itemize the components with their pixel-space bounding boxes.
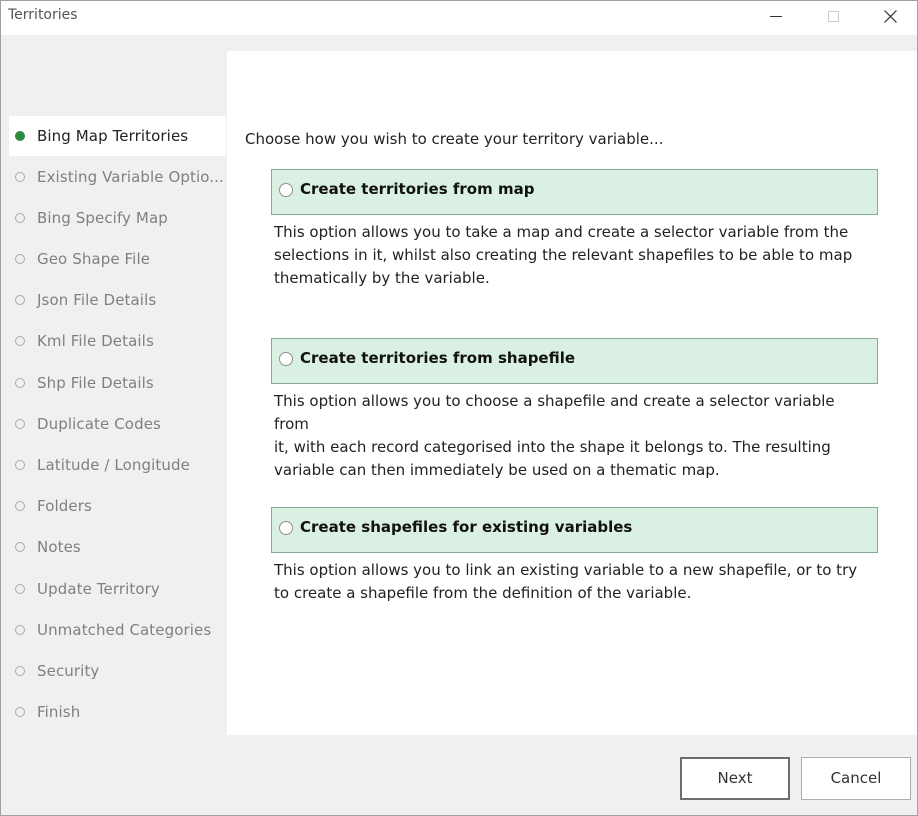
step-bing-specify-map[interactable]: Bing Specify Map xyxy=(9,198,226,238)
step-shp-file-details[interactable]: Shp File Details xyxy=(9,363,226,403)
step-existing-variable-options[interactable]: Existing Variable Optio... xyxy=(9,157,226,197)
step-dot-icon xyxy=(15,460,25,470)
step-label: Duplicate Codes xyxy=(37,415,161,433)
step-label: Json File Details xyxy=(37,291,157,309)
option-label: Create territories from map xyxy=(300,180,535,198)
option-create-shapefiles-for-existing-variables[interactable]: Create shapefiles for existing variables xyxy=(271,507,878,553)
instruction-text: Choose how you wish to create your terri… xyxy=(245,130,664,148)
option-description: This option allows you to link an existi… xyxy=(274,559,874,605)
step-label: Update Territory xyxy=(37,580,160,598)
step-active-dot-icon xyxy=(15,131,25,141)
step-dot-icon xyxy=(15,254,25,264)
close-icon xyxy=(884,10,897,23)
step-geo-shape-file[interactable]: Geo Shape File xyxy=(9,239,226,279)
step-dot-icon xyxy=(15,336,25,346)
step-label: Bing Specify Map xyxy=(37,209,168,227)
description-line: thematically by the variable. xyxy=(274,269,490,287)
option-description: This option allows you to choose a shape… xyxy=(274,390,874,482)
option-create-territories-from-shapefile[interactable]: Create territories from shapefile xyxy=(271,338,878,384)
step-dot-icon xyxy=(15,213,25,223)
step-dot-icon xyxy=(15,378,25,388)
step-dot-icon xyxy=(15,419,25,429)
description-line: This option allows you to choose a shape… xyxy=(274,392,835,433)
minimize-button[interactable] xyxy=(753,1,799,33)
step-notes[interactable]: Notes xyxy=(9,527,226,567)
description-line: This option allows you to take a map and… xyxy=(274,223,849,241)
close-button[interactable] xyxy=(867,1,913,33)
title-bar: Territories xyxy=(1,1,917,35)
step-dot-icon xyxy=(15,666,25,676)
option-label: Create shapefiles for existing variables xyxy=(300,518,633,536)
step-label: Folders xyxy=(37,497,92,515)
option-label: Create territories from shapefile xyxy=(300,349,576,367)
territories-dialog: Territories Bing Map Territories Existin… xyxy=(0,0,918,816)
option-description: This option allows you to take a map and… xyxy=(274,221,874,290)
step-dot-icon xyxy=(15,584,25,594)
step-dot-icon xyxy=(15,295,25,305)
step-dot-icon xyxy=(15,172,25,182)
content-panel: Choose how you wish to create your terri… xyxy=(227,51,917,735)
step-dot-icon xyxy=(15,501,25,511)
step-finish[interactable]: Finish xyxy=(9,692,226,732)
description-line: variable can then immediately be used on… xyxy=(274,461,720,479)
step-security[interactable]: Security xyxy=(9,651,226,691)
step-dot-icon xyxy=(15,707,25,717)
option-create-territories-from-map[interactable]: Create territories from map xyxy=(271,169,878,215)
step-unmatched-categories[interactable]: Unmatched Categories xyxy=(9,610,226,650)
step-json-file-details[interactable]: Json File Details xyxy=(9,280,226,320)
step-label: Notes xyxy=(37,538,81,556)
radio-button[interactable] xyxy=(279,521,293,535)
next-button[interactable]: Next xyxy=(680,757,790,800)
step-label: Geo Shape File xyxy=(37,250,151,268)
step-bing-map-territories[interactable]: Bing Map Territories xyxy=(9,116,226,156)
step-label: Latitude / Longitude xyxy=(37,456,190,474)
step-label: Kml File Details xyxy=(37,332,154,350)
step-kml-file-details[interactable]: Kml File Details xyxy=(9,321,226,361)
minimize-icon xyxy=(770,16,782,17)
step-update-territory[interactable]: Update Territory xyxy=(9,569,226,609)
step-label: Existing Variable Optio... xyxy=(37,168,224,186)
step-label: Bing Map Territories xyxy=(37,127,189,145)
radio-button[interactable] xyxy=(279,352,293,366)
wizard-steps-sidebar: Bing Map Territories Existing Variable O… xyxy=(1,35,226,735)
step-dot-icon xyxy=(15,542,25,552)
radio-button[interactable] xyxy=(279,183,293,197)
description-line: selections in it, whilst also creating t… xyxy=(274,246,853,264)
description-line: it, with each record categorised into th… xyxy=(274,438,831,456)
dialog-footer: Next Cancel xyxy=(1,735,917,815)
maximize-button xyxy=(811,1,857,33)
step-latitude-longitude[interactable]: Latitude / Longitude xyxy=(9,445,226,485)
step-folders[interactable]: Folders xyxy=(9,486,226,526)
step-label: Unmatched Categories xyxy=(37,621,212,639)
step-label: Security xyxy=(37,662,100,680)
window-title: Territories xyxy=(8,7,78,23)
step-dot-icon xyxy=(15,625,25,635)
step-label: Shp File Details xyxy=(37,374,154,392)
description-line: to create a shapefile from the definitio… xyxy=(274,584,692,602)
step-label: Finish xyxy=(37,703,81,721)
step-duplicate-codes[interactable]: Duplicate Codes xyxy=(9,404,226,444)
maximize-icon xyxy=(828,11,839,22)
cancel-button[interactable]: Cancel xyxy=(801,757,911,800)
description-line: This option allows you to link an existi… xyxy=(274,561,858,579)
